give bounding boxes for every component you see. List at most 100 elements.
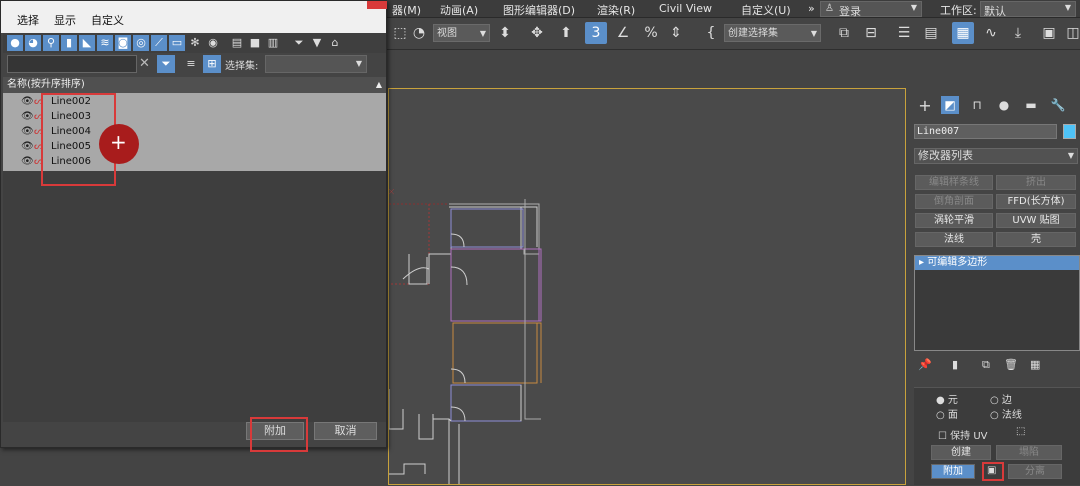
- display-all-icon[interactable]: ▤: [229, 35, 245, 51]
- login-dropdown[interactable]: ♙ 登录 ▼: [820, 1, 922, 18]
- cancel-button[interactable]: 取消: [314, 422, 377, 440]
- menu-overflow-icon[interactable]: »: [808, 2, 815, 15]
- ribbon-icon[interactable]: ▤: [920, 22, 942, 44]
- display-none-icon[interactable]: ■: [247, 35, 263, 51]
- edit-named-sets-icon[interactable]: {: [700, 22, 722, 44]
- clear-search-icon[interactable]: ✕: [139, 56, 150, 71]
- create-tab-icon[interactable]: +: [916, 96, 934, 115]
- make-unique-icon[interactable]: ⧉: [982, 358, 990, 372]
- xref-filter-icon[interactable]: ◎: [133, 35, 149, 51]
- modifier-list-dropdown[interactable]: 修改器列表 ▼: [914, 148, 1078, 164]
- radio-vertex[interactable]: ● 元: [936, 391, 958, 406]
- window-close-icon[interactable]: [367, 1, 387, 9]
- bone-filter-icon[interactable]: ⟋: [151, 35, 167, 51]
- configure-modifier-sets-icon[interactable]: ▦: [1030, 358, 1040, 371]
- percent-snap-icon[interactable]: %: [640, 22, 662, 44]
- attach-list-icon[interactable]: ▣: [987, 465, 996, 476]
- material-editor-icon[interactable]: ▣: [1038, 22, 1060, 44]
- display-invert-icon[interactable]: ▥: [265, 35, 281, 51]
- light-filter-icon[interactable]: ⚲: [43, 35, 59, 51]
- edit-spline-button[interactable]: 编辑样条线: [915, 175, 993, 190]
- mirror-icon[interactable]: ⧉: [833, 22, 855, 44]
- utilities-tab-icon[interactable]: 🔧: [1049, 96, 1067, 114]
- menu-item-graph-editors[interactable]: 图形编辑器(D): [503, 2, 575, 18]
- hierarchy-icon[interactable]: ⊞: [203, 55, 221, 73]
- hierarchy-tab-icon[interactable]: ⊓: [968, 96, 986, 114]
- visibility-eye-icon[interactable]: 👁: [21, 141, 34, 152]
- menu-customize[interactable]: 自定义: [91, 12, 124, 28]
- detach-button[interactable]: 分离: [1008, 464, 1062, 479]
- object-color-swatch[interactable]: [1063, 124, 1076, 139]
- name-column-header[interactable]: 名称(按升序排序) ▲: [3, 77, 386, 93]
- spacewarp-filter-icon[interactable]: ≋: [97, 35, 113, 51]
- spinner-snap-icon[interactable]: ⇕: [665, 22, 687, 44]
- menu-item-customize[interactable]: 自定义(U): [741, 2, 791, 18]
- uvw-map-button[interactable]: UVW 贴图: [996, 213, 1076, 228]
- filter-toggle-icon[interactable]: ⏷: [157, 55, 175, 73]
- chevron-down-icon: ▼: [910, 3, 917, 12]
- workspace-dropdown[interactable]: 默认 ▼: [980, 1, 1076, 18]
- visibility-eye-icon[interactable]: 👁: [21, 126, 34, 137]
- display-tab-icon[interactable]: ▬: [1022, 96, 1040, 114]
- render-setup-icon[interactable]: ◫: [1062, 22, 1080, 44]
- keep-uv-checkbox[interactable]: ☐ 保持 UV: [938, 427, 988, 442]
- snap-3d-icon[interactable]: 3: [585, 22, 607, 44]
- extrude-button[interactable]: 挤出: [996, 175, 1076, 190]
- radio-face[interactable]: ○ 面: [936, 406, 958, 421]
- filter-funnel-icon[interactable]: ⏷: [291, 35, 307, 51]
- filter-icon[interactable]: ▼: [309, 35, 325, 51]
- menu-select[interactable]: 选择: [17, 12, 39, 28]
- menu-item-rendering[interactable]: 渲染(R): [597, 2, 635, 18]
- bevel-profile-button[interactable]: 倒角剖面: [915, 194, 993, 209]
- ffd-box-button[interactable]: FFD(长方体): [996, 194, 1076, 209]
- perspective-viewport[interactable]: [388, 88, 906, 485]
- camera-filter-icon[interactable]: ▮: [61, 35, 77, 51]
- geometry-filter-icon[interactable]: ●: [7, 35, 23, 51]
- group-filter-icon[interactable]: ◙: [115, 35, 131, 51]
- menu-display[interactable]: 显示: [54, 12, 76, 28]
- modify-tab-icon[interactable]: ◩: [941, 96, 959, 114]
- frozen-filter-icon[interactable]: ✻: [187, 35, 203, 51]
- menu-item-modifiers[interactable]: 器(M): [392, 2, 421, 18]
- reference-coordinate-dropdown[interactable]: 视图 ▼: [433, 24, 490, 42]
- shell-button[interactable]: 壳: [996, 232, 1076, 247]
- curve-editor-icon[interactable]: ∿: [980, 22, 1002, 44]
- motion-tab-icon[interactable]: ●: [995, 96, 1013, 114]
- create-button[interactable]: 创建: [931, 445, 991, 460]
- rotate-view-icon[interactable]: ◔: [408, 22, 430, 44]
- pin-stack-icon[interactable]: 📌: [918, 358, 932, 371]
- attach-button[interactable]: 附加: [931, 464, 975, 479]
- layer-manager-icon[interactable]: ☰: [893, 22, 915, 44]
- helper-filter-icon[interactable]: ◣: [79, 35, 95, 51]
- object-name-field[interactable]: Line007: [914, 124, 1057, 139]
- align-icon[interactable]: ⊟: [860, 22, 882, 44]
- schematic-view-icon[interactable]: ⤓: [1007, 22, 1029, 44]
- pivot-icon[interactable]: ⬍: [494, 22, 516, 44]
- shape-filter-icon[interactable]: ◕: [25, 35, 41, 51]
- layer-filter-icon[interactable]: ⌂: [327, 35, 343, 51]
- layers-icon[interactable]: ≡: [183, 55, 199, 73]
- selection-set-dropdown[interactable]: ▼: [265, 55, 367, 73]
- turbosmooth-button[interactable]: 涡轮平滑: [915, 213, 993, 228]
- radio-normal[interactable]: ○ 法线: [990, 406, 1022, 421]
- scene-explorer-icon[interactable]: ▦: [952, 22, 974, 44]
- hidden-filter-icon[interactable]: ◉: [205, 35, 221, 51]
- named-selection-dropdown[interactable]: 创建选择集 ▼: [724, 24, 821, 42]
- visibility-eye-icon[interactable]: 👁: [21, 156, 34, 167]
- remove-modifier-icon[interactable]: 🗑: [1004, 358, 1018, 371]
- menu-item-civil-view[interactable]: Civil View: [659, 2, 712, 15]
- show-end-result-icon[interactable]: ▮: [952, 358, 958, 371]
- keep-uv-settings-icon[interactable]: ⬚: [1016, 426, 1025, 437]
- collapse-button[interactable]: 塌陷: [996, 445, 1062, 460]
- visibility-eye-icon[interactable]: 👁: [21, 111, 34, 122]
- container-filter-icon[interactable]: ▭: [169, 35, 185, 51]
- move-icon[interactable]: ✥: [526, 22, 548, 44]
- menu-item-animation[interactable]: 动画(A): [440, 2, 478, 18]
- search-input[interactable]: [7, 55, 137, 73]
- visibility-eye-icon[interactable]: 👁: [21, 96, 34, 107]
- radio-edge[interactable]: ○ 边: [990, 391, 1012, 406]
- keyboard-shortcut-icon[interactable]: ⬆: [555, 22, 577, 44]
- normal-button[interactable]: 法线: [915, 232, 993, 247]
- angle-snap-icon[interactable]: ∠: [612, 22, 634, 44]
- stack-item-editable-poly[interactable]: ▸ 可编辑多边形: [915, 256, 1079, 270]
